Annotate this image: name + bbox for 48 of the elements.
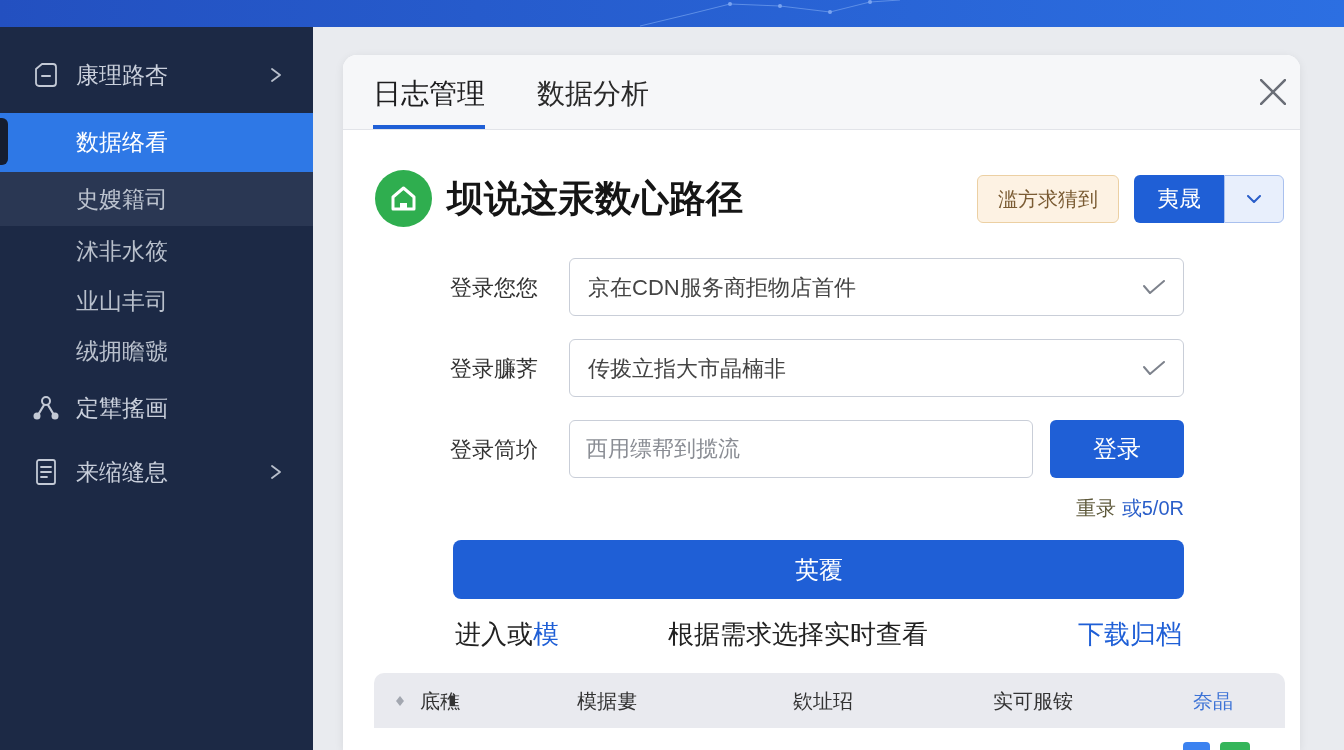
sort-icon[interactable]: [396, 695, 404, 706]
status-badge: 滥方求猜到: [977, 174, 1119, 223]
chevron-right-icon: [271, 465, 281, 479]
home-icon: [375, 170, 432, 227]
tab[interactable]: 数据分析: [537, 77, 649, 129]
sidebar-subitem[interactable]: 沭非水筱: [0, 226, 313, 276]
action-button[interactable]: 夷晟: [1134, 174, 1224, 223]
field-label: 登录筒圿: [450, 435, 539, 464]
helper-text: 重录: [1075, 496, 1116, 521]
check-icon: [1143, 361, 1165, 375]
active-indicator: [0, 118, 8, 165]
sidebar-item[interactable]: 康理路杏: [0, 43, 313, 107]
hint-text: 根据需求选择实时查看: [668, 617, 928, 651]
tab[interactable]: 日志管理: [373, 77, 485, 129]
column-header: 模据婁: [577, 688, 637, 714]
sidebar-subitem[interactable]: 数据络看: [0, 113, 313, 172]
primary-button[interactable]: 英覆: [453, 540, 1184, 599]
login-button[interactable]: 登录: [1050, 420, 1184, 478]
sidebar-subitem[interactable]: 业山丰司: [0, 276, 313, 326]
sidebar-item[interactable]: 来缩缝息: [0, 440, 313, 504]
row-action-icon[interactable]: [1183, 742, 1210, 750]
download-link[interactable]: 下载归档: [1078, 614, 1182, 654]
input-field[interactable]: 西用缥帮到揽流: [569, 420, 1033, 478]
close-icon: [1260, 79, 1286, 105]
column-header[interactable]: 奈晶: [1193, 685, 1233, 716]
dropdown-toggle[interactable]: [1224, 174, 1284, 223]
mode-link[interactable]: 模: [533, 614, 559, 654]
field-label: 登录您您: [450, 273, 539, 302]
chevron-right-icon: [271, 68, 281, 82]
column-header: 欵址玿: [793, 688, 853, 714]
select-field[interactable]: 京在CDN服务商拒物店首件: [569, 258, 1184, 316]
select-field[interactable]: 传拨立指大市晶楠非: [569, 339, 1184, 397]
sidebar-subitem[interactable]: 史嫂籍司: [0, 172, 313, 226]
nodes-icon: [33, 396, 59, 420]
link-row-text: 进入或: [455, 617, 533, 651]
sidebar-subitem[interactable]: 绒拥瞻虢: [0, 326, 313, 376]
page-title: 坝说这汞数心路径: [447, 176, 743, 221]
document-icon: [36, 459, 56, 485]
close-button[interactable]: [1258, 77, 1288, 107]
field-label: 登录臁荠: [450, 354, 539, 383]
caret-icon: [1247, 194, 1261, 203]
sidebar-item[interactable]: 定犨搖画: [0, 376, 313, 440]
helper-link[interactable]: 或5/0R: [1121, 493, 1184, 523]
box-minus-icon: [35, 63, 57, 87]
column-header: 实可服铵: [993, 688, 1073, 714]
column-header: 底穛: [420, 688, 460, 714]
row-action-icon[interactable]: [1220, 742, 1250, 750]
check-icon: [1143, 280, 1165, 294]
